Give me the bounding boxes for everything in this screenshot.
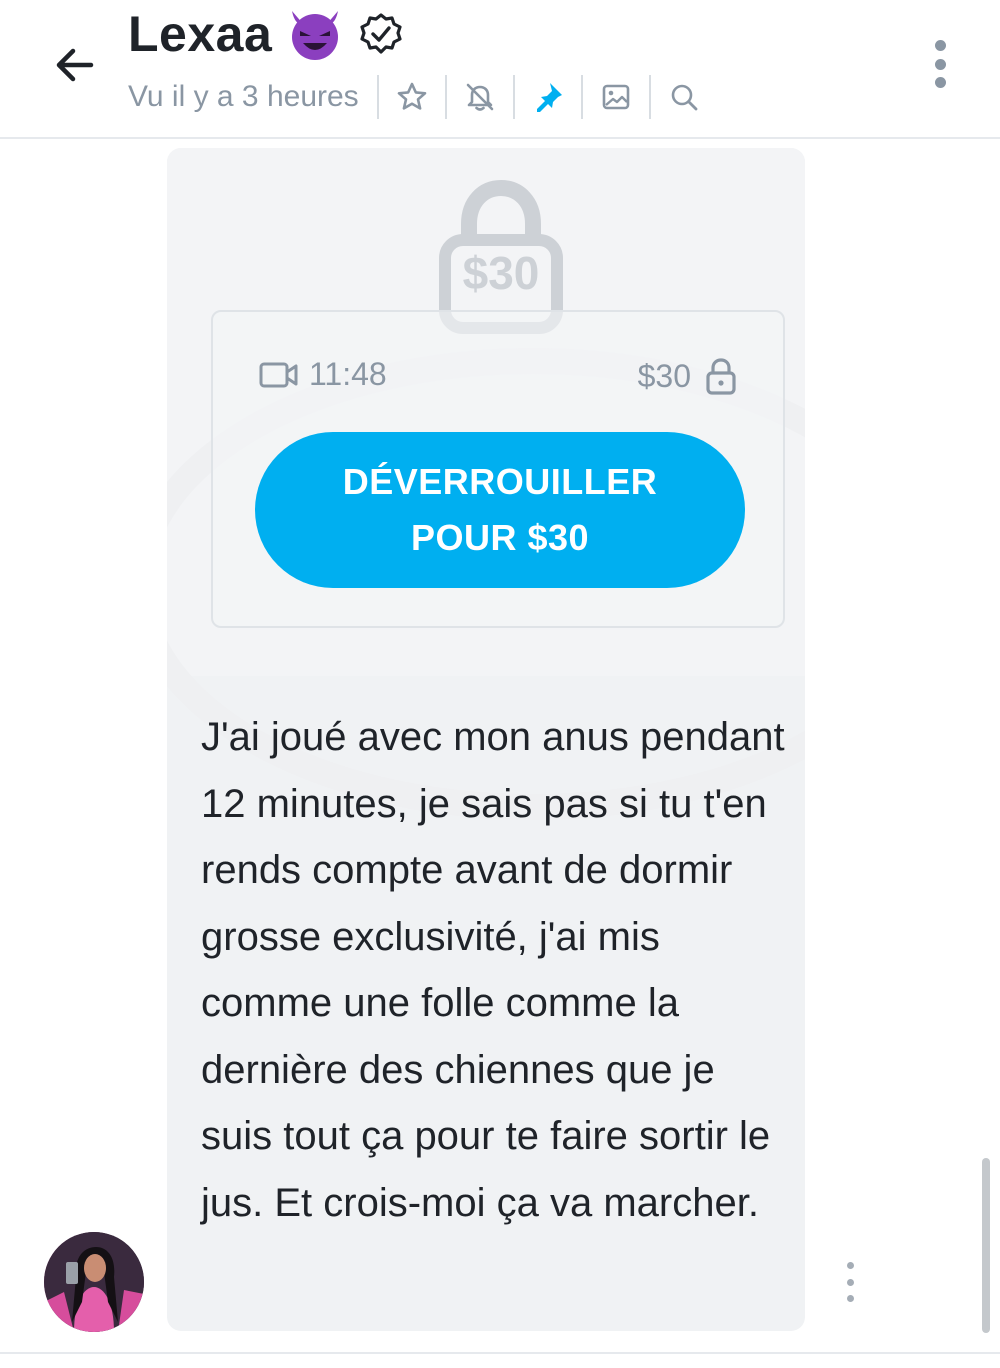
mute-button[interactable]: [447, 74, 513, 120]
video-camera-icon: [259, 362, 298, 387]
verified-badge-icon: [360, 13, 402, 54]
message-bubble: $30 11:48 $30 DÉVERROUILLER POUR $30 J'a…: [167, 148, 805, 1331]
back-button[interactable]: [40, 30, 110, 100]
search-icon: [671, 84, 698, 111]
more-vertical-icon[interactable]: [920, 34, 960, 94]
locked-media: $30 11:48 $30 DÉVERROUILLER POUR $30: [167, 148, 805, 820]
duration-label: 11:48: [309, 356, 387, 392]
favorite-button[interactable]: [379, 74, 445, 120]
lock-price-label: $30: [462, 247, 540, 299]
devil-emoji-icon: [292, 11, 339, 60]
pin-button[interactable]: [515, 74, 581, 120]
avatar-image: [44, 1232, 144, 1332]
gallery-button[interactable]: [583, 74, 649, 120]
back-arrow-icon: [56, 48, 94, 82]
search-button[interactable]: [651, 74, 717, 120]
star-icon: [397, 82, 426, 110]
avatar[interactable]: [44, 1232, 144, 1332]
header-subrow: Vu il y a 3 heures: [128, 74, 717, 120]
bell-off-icon: [466, 83, 493, 111]
media-price: $30: [638, 356, 737, 396]
pin-icon: [536, 83, 562, 112]
video-duration: 11:48: [259, 356, 387, 393]
unlock-button[interactable]: DÉVERROUILLER POUR $30: [255, 432, 745, 588]
message-options-icon[interactable]: [838, 1262, 862, 1302]
last-seen-status: Vu il y a 3 heures: [128, 80, 359, 113]
chat-header: Lexaa Vu il y a 3 heures: [0, 0, 1000, 139]
unlock-card: 11:48 $30 DÉVERROUILLER POUR $30: [211, 310, 785, 628]
divider: [0, 1352, 1000, 1354]
message-text: J'ai joué avec mon anus pendant 12 minut…: [201, 715, 785, 1225]
lock-icon: [706, 358, 736, 395]
gallery-icon: [602, 84, 629, 110]
title-row: Lexaa: [128, 4, 404, 64]
scrollbar[interactable]: [982, 1158, 990, 1333]
price-label: $30: [637, 357, 691, 394]
contact-name[interactable]: Lexaa: [128, 5, 272, 63]
